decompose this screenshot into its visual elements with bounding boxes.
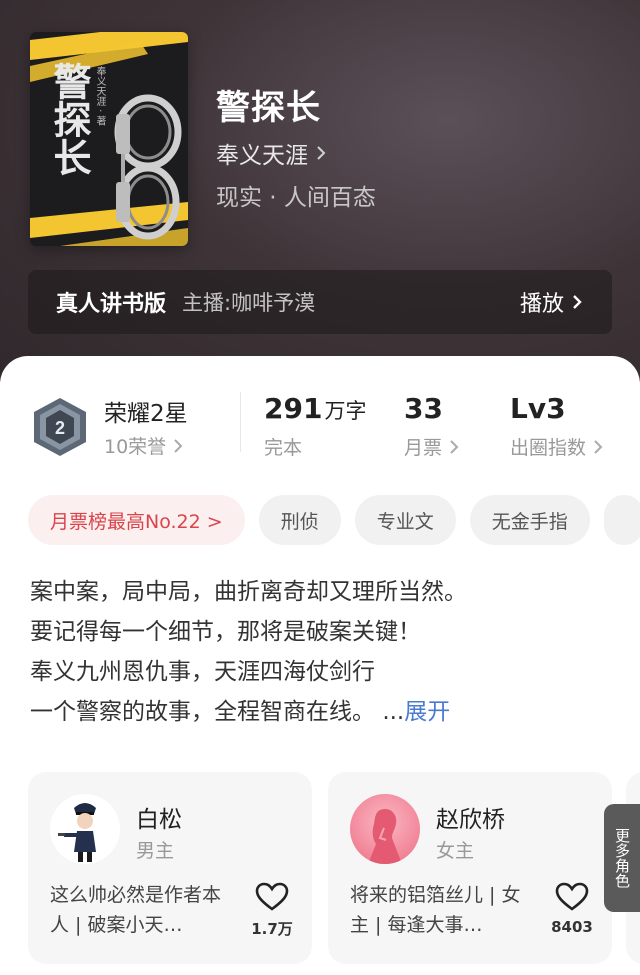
book-title: 警探长 (216, 88, 321, 128)
female-silhouette-avatar-icon (350, 794, 420, 864)
description-line-last: 一个警察的故事，全程智商在线。 ...展开 (30, 692, 610, 732)
word-count-unit: 万字 (324, 399, 367, 423)
word-count-value: 291 (264, 392, 323, 425)
book-description: 案中案，局中局，曲折离奇却又理所当然。 要记得每一个细节，那将是破案关键！ 奉义… (30, 572, 610, 732)
expand-link[interactable]: 展开 (404, 699, 450, 725)
audio-title: 真人讲书版 (56, 292, 167, 317)
monthly-ticket-stat[interactable]: 33 月票 (404, 392, 460, 460)
word-count-stat: 291万字 完本 (264, 392, 366, 460)
description-line: 一个警察的故事，全程智商在线。 (30, 699, 375, 725)
honor-title: 荣耀2星 (104, 401, 188, 427)
character-description: 这么帅必然是作者本人 | 破案小天… (50, 884, 222, 936)
like-button[interactable]: 1.7万 (248, 882, 296, 939)
character-name: 白松 (136, 807, 182, 833)
tag-list: 月票榜最高No.22 > 刑侦 专业文 无金手指 (28, 495, 640, 545)
completion-status: 完本 (264, 437, 303, 459)
honor-link[interactable]: 10荣誉 (104, 432, 184, 459)
description-line: 案中案，局中局，曲折离奇却又理所当然。 (30, 579, 467, 605)
honor-points: 10荣誉 (104, 436, 167, 458)
play-label: 播放 (519, 292, 564, 317)
character-role: 女主 (436, 840, 475, 862)
character-list: 白松 男主 这么帅必然是作者本人 | 破案小天… 1.7万 赵欣桥 女主 将来的… (28, 772, 640, 964)
character-avatar (50, 794, 120, 864)
chevron-right-icon (594, 439, 603, 454)
heart-icon (555, 882, 589, 911)
stats-divider (240, 392, 241, 452)
honor-badge-icon: 2 (34, 398, 86, 456)
tag-monthly-rank[interactable]: 月票榜最高No.22 > (28, 495, 245, 545)
author-name: 奉义天涯 (216, 143, 308, 169)
play-button[interactable]: 播放 (520, 286, 584, 318)
chevron-right-icon (174, 438, 183, 453)
monthly-ticket-label: 月票 (404, 437, 443, 459)
audio-host: 主播:咖啡予漠 (182, 291, 316, 315)
cover-title: 警探长 (47, 62, 92, 176)
tag-item[interactable]: 专业文 (354, 495, 456, 545)
like-button[interactable]: 8403 (548, 882, 596, 936)
stats-row: 2 荣耀2星 10荣誉 291万字 完本 33 月票 Lv3 出圈指数 (0, 384, 640, 474)
police-avatar-icon (50, 794, 120, 864)
chevron-right-icon (317, 146, 326, 160)
character-description: 将来的铝箔丝儿 | 女主 | 每逢大事… (350, 884, 521, 936)
honor-level: 2 (55, 418, 65, 438)
description-line: 奉义九州恩仇事，天涯四海仗剑行 (30, 659, 375, 685)
audio-version-bar[interactable]: 真人讲书版 主播:咖啡予漠 播放 (28, 270, 612, 334)
character-name: 赵欣桥 (436, 807, 505, 833)
character-card[interactable]: 赵欣桥 女主 将来的铝箔丝儿 | 女主 | 每逢大事… 8403 (328, 772, 612, 964)
book-header: 警探长 奉义天涯 · 著 警探长 奉义天涯 现实 · 人间百态 真人讲书版 主播… (0, 0, 640, 400)
author-link[interactable]: 奉义天涯 (216, 136, 328, 170)
popularity-index-stat[interactable]: Lv3 出圈指数 (510, 392, 604, 460)
book-detail-sheet: 2 荣耀2星 10荣誉 291万字 完本 33 月票 Lv3 出圈指数 月票榜最… (0, 356, 640, 975)
popularity-index-label: 出圈指数 (510, 437, 587, 459)
more-roles-button[interactable]: 更多角色 (604, 804, 640, 912)
chevron-right-icon (573, 295, 582, 309)
character-avatar (350, 794, 420, 864)
tag-item-partial[interactable] (603, 495, 640, 545)
tag-item[interactable]: 刑侦 (258, 495, 341, 545)
tag-item[interactable]: 无金手指 (469, 495, 590, 545)
popularity-index-value: Lv3 (510, 392, 566, 425)
description-ellipsis: ... (382, 699, 405, 725)
book-cover[interactable]: 警探长 奉义天涯 · 著 (30, 32, 188, 246)
character-card[interactable]: 白松 男主 这么帅必然是作者本人 | 破案小天… 1.7万 (28, 772, 312, 964)
heart-icon (255, 882, 289, 911)
description-line: 要记得每一个细节，那将是破案关键！ (30, 619, 421, 645)
character-role: 男主 (136, 840, 175, 862)
cover-author: 奉义天涯 · 著 (94, 66, 105, 126)
monthly-ticket-value: 33 (404, 392, 443, 425)
book-genre: 现实 · 人间百态 (216, 185, 376, 211)
chevron-right-icon (450, 439, 459, 454)
like-count: 8403 (551, 918, 593, 936)
like-count: 1.7万 (251, 920, 293, 938)
